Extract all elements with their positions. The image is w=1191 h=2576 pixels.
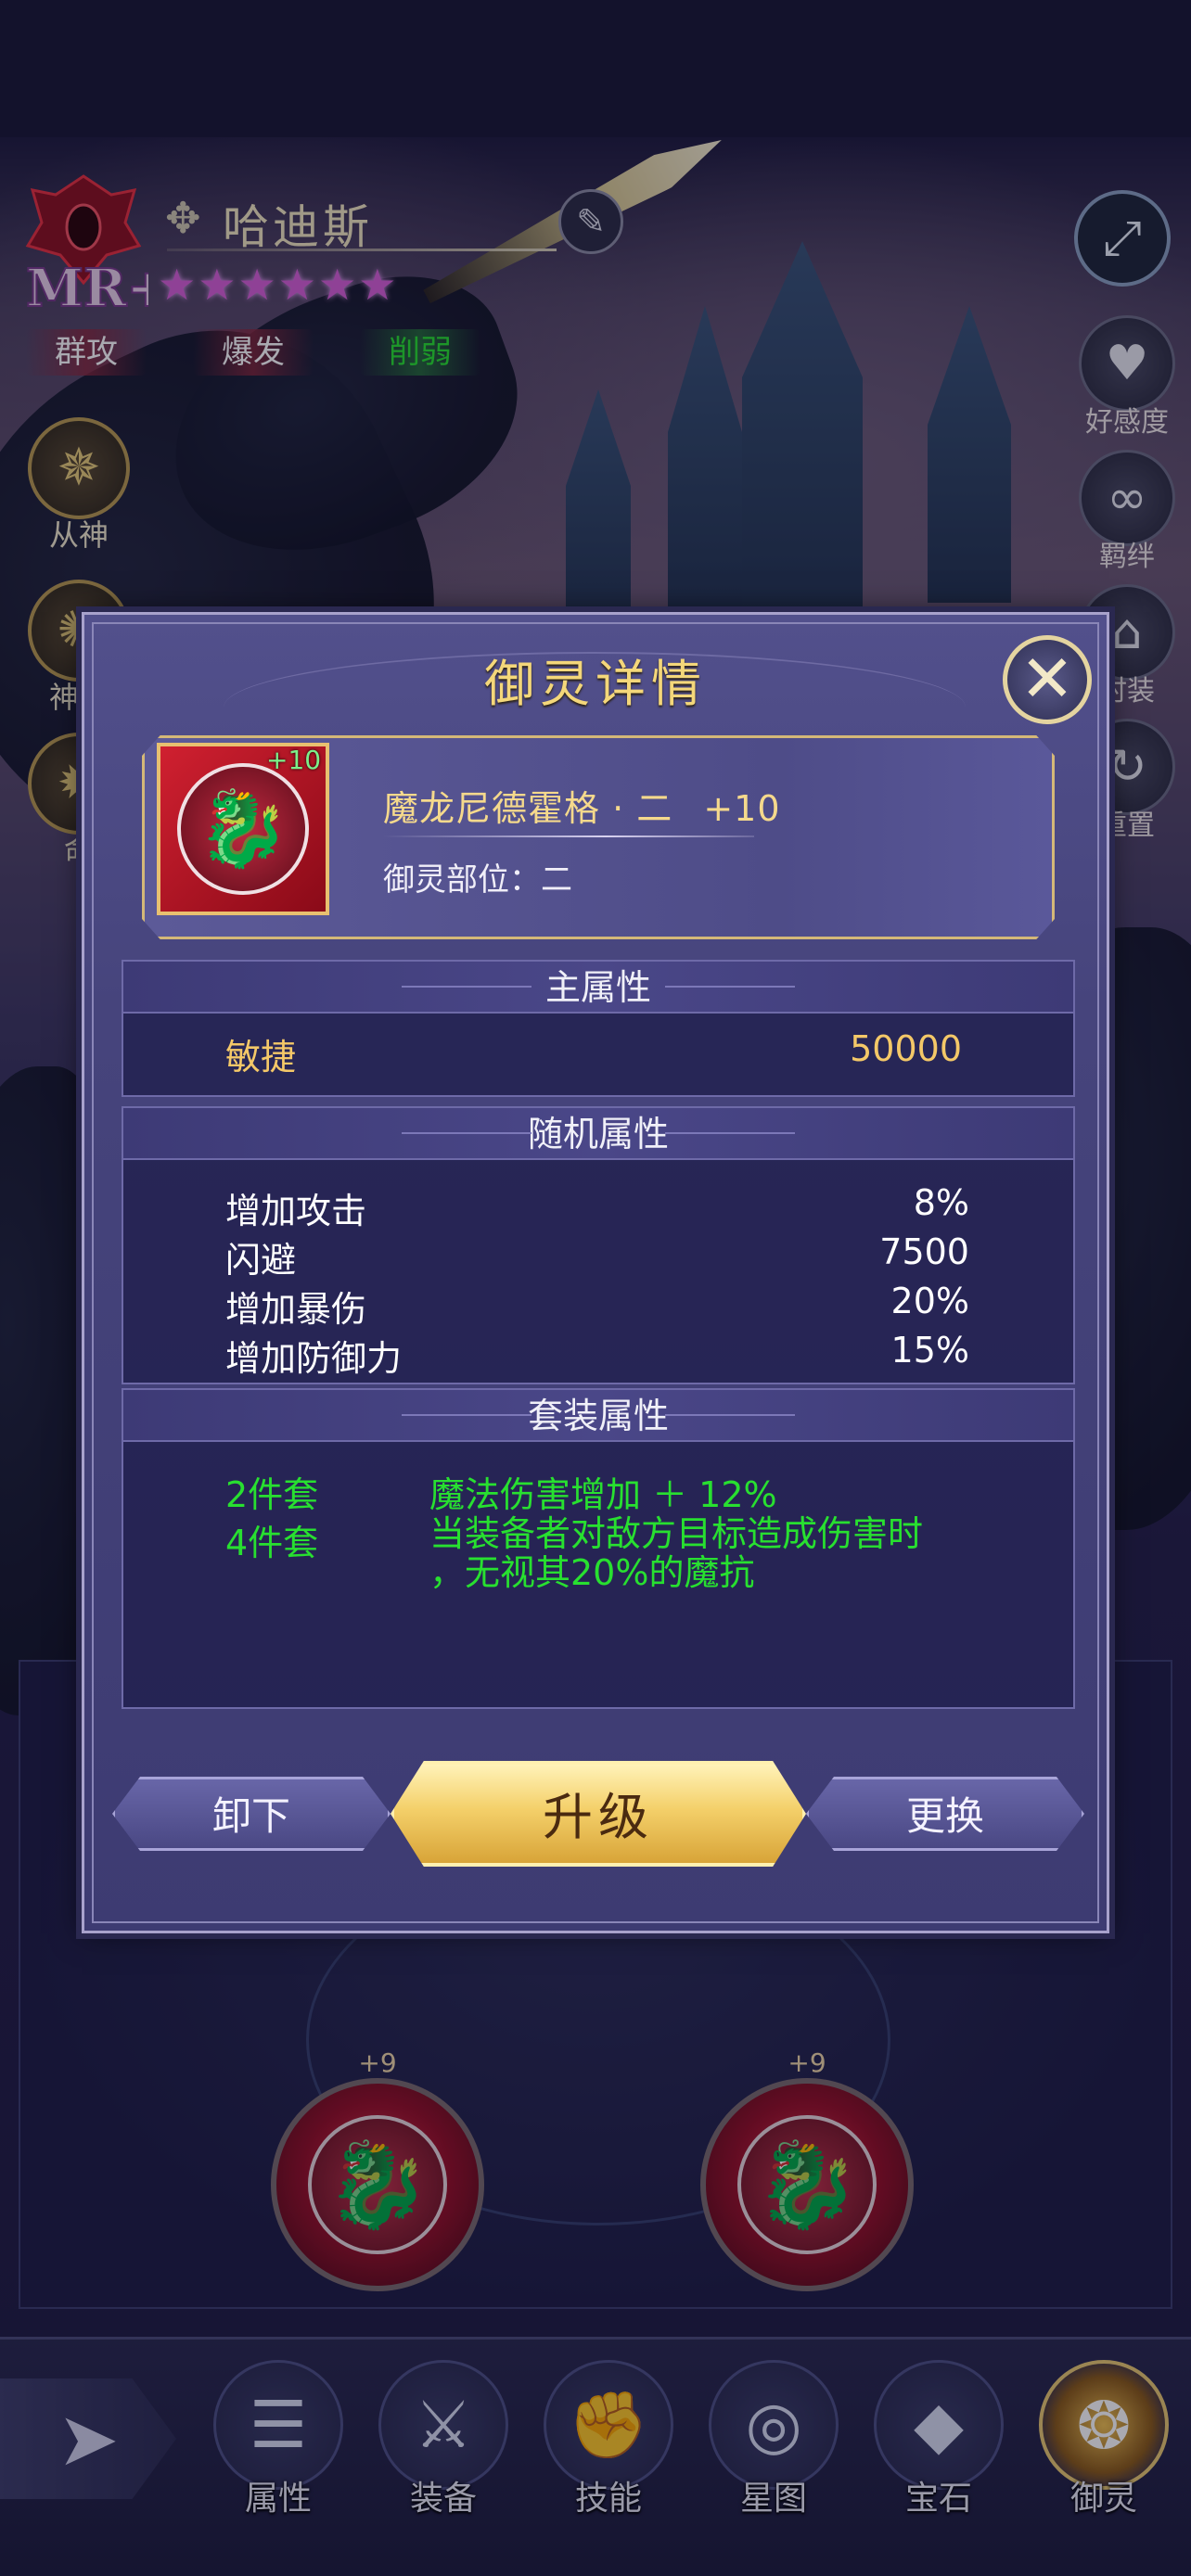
set-pieces: 2件套	[225, 1474, 319, 1515]
dragon-icon: 🐉	[177, 763, 309, 895]
spirit-detail-modal: 御灵详情 ✕ 🐉 +10 魔龙尼德霍格 · 二 +10 御灵部位：二 主属性 敏…	[82, 612, 1109, 1933]
section-header: 随机属性	[123, 1108, 1073, 1160]
attr-value: 20%	[890, 1281, 969, 1321]
item-slot: 御灵部位：二	[383, 861, 572, 899]
random-attr-section: 随机属性 增加攻击 8% 闪避 7500 增加暴伤 20% 增加防御力 15%	[122, 1106, 1075, 1384]
section-title: 随机属性	[527, 1114, 669, 1154]
close-icon: ✕	[1019, 641, 1075, 717]
set-effect-line: ，无视其20%的魔抗	[429, 1552, 755, 1593]
attr-name: 增加攻击	[225, 1191, 367, 1231]
item-level-badge: +10	[266, 745, 322, 775]
attr-value: 8%	[913, 1182, 969, 1223]
attr-name: 闪避	[225, 1240, 297, 1281]
item-name: 魔龙尼德霍格 · 二 +10	[383, 780, 781, 831]
item-name-divider	[383, 835, 754, 837]
upgrade-button[interactable]: 升级	[391, 1761, 806, 1867]
attr-name: 敏捷	[225, 1037, 297, 1078]
section-title: 套装属性	[527, 1396, 669, 1436]
attr-value: 50000	[850, 1028, 962, 1069]
attr-name: 增加暴伤	[225, 1289, 367, 1330]
section-title: 主属性	[544, 967, 651, 1008]
set-attr-section: 套装属性 2件套 魔法伤害增加 ＋ 12% 4件套 当装备者对敌方目标造成伤害时…	[122, 1388, 1075, 1709]
attr-value: 7500	[879, 1231, 969, 1272]
item-name-text: 魔龙尼德霍格 · 二	[383, 788, 673, 829]
main-attr-section: 主属性 敏捷 50000	[122, 960, 1075, 1097]
attr-value: 15%	[890, 1330, 969, 1371]
item-name-level: +10	[703, 788, 781, 829]
set-effect: 魔法伤害增加 ＋ 12%	[429, 1474, 777, 1515]
attr-name: 增加防御力	[225, 1338, 403, 1379]
unequip-button[interactable]: 卸下	[112, 1777, 391, 1851]
replace-button[interactable]: 更换	[806, 1777, 1084, 1851]
modal-title: 御灵详情	[484, 655, 707, 713]
section-header: 套装属性	[123, 1390, 1073, 1442]
set-pieces: 4件套	[225, 1523, 319, 1563]
section-header: 主属性	[123, 962, 1073, 1014]
set-effect: 当装备者对敌方目标造成伤害时 ，无视其20%的魔抗	[429, 1514, 923, 1592]
close-button[interactable]: ✕	[1003, 635, 1092, 724]
set-effect-line: 当装备者对敌方目标造成伤害时	[429, 1513, 924, 1554]
